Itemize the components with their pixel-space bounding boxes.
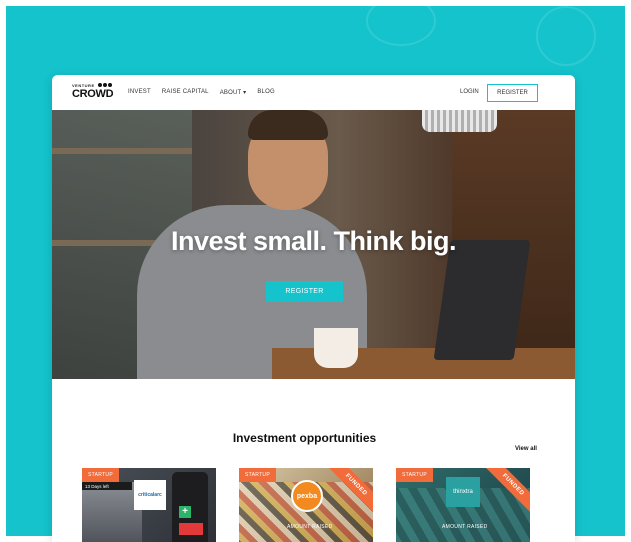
nav-links: INVEST RAISE CAPITAL ABOUT ▾ BLOG <box>128 89 275 96</box>
register-button-nav[interactable]: REGISTER <box>487 84 538 102</box>
warning-icon <box>179 523 203 535</box>
opportunity-card[interactable]: STARTUP thinxtra FUNDED AMOUNT RAISED <box>396 468 530 542</box>
startup-badge: STARTUP <box>82 468 119 482</box>
amount-raised-label: AMOUNT RAISED <box>287 524 333 530</box>
opportunity-card[interactable]: STARTUP pexba FUNDED AMOUNT RAISED <box>239 468 373 542</box>
background-lamp-decoration <box>366 6 436 46</box>
hero-banner: Invest small. Think big. REGISTER <box>52 110 575 379</box>
top-navigation: VENTURE CROWD INVEST RAISE CAPITAL ABOUT… <box>52 75 575 110</box>
login-link[interactable]: LOGIN <box>460 89 479 95</box>
nav-link-invest[interactable]: INVEST <box>128 89 151 96</box>
hero-title: Invest small. Think big. <box>170 226 457 256</box>
opportunity-card[interactable]: + STARTUP 13 Days left criticalarc <box>82 468 216 542</box>
hero-coffee-cup <box>314 328 358 368</box>
company-logo: criticalarc <box>134 480 166 510</box>
website-frame: VENTURE CROWD INVEST RAISE CAPITAL ABOUT… <box>52 75 575 542</box>
amount-raised-label: AMOUNT RAISED <box>442 524 488 530</box>
card-image <box>82 482 142 542</box>
plus-icon: + <box>179 506 191 518</box>
venturecrowd-logo[interactable]: VENTURE CROWD <box>72 83 116 103</box>
company-logo: pexba <box>291 480 323 512</box>
company-logo: thinxtra <box>446 477 480 507</box>
register-button-hero[interactable]: REGISTER <box>266 281 343 302</box>
nav-link-raise-capital[interactable]: RAISE CAPITAL <box>162 89 209 96</box>
startup-badge: STARTUP <box>396 468 433 482</box>
view-all-link[interactable]: View all <box>515 446 537 452</box>
hero-shelf <box>52 148 192 154</box>
startup-badge: STARTUP <box>239 468 276 482</box>
background-lamp-decoration <box>536 6 596 66</box>
hero-laptop <box>433 240 531 360</box>
logo-big-text: CROWD <box>72 88 114 100</box>
logo-dots-icon <box>98 83 112 87</box>
nav-link-blog[interactable]: BLOG <box>257 89 274 96</box>
nav-link-about[interactable]: ABOUT ▾ <box>220 89 247 96</box>
company-logo-text: thinxtra <box>453 489 473 495</box>
investment-opportunities-heading: Investment opportunities <box>232 431 377 445</box>
hero-pendant-lamp <box>422 110 497 132</box>
days-left-label: 13 Days left <box>82 482 132 490</box>
hero-person-hair <box>248 110 328 140</box>
